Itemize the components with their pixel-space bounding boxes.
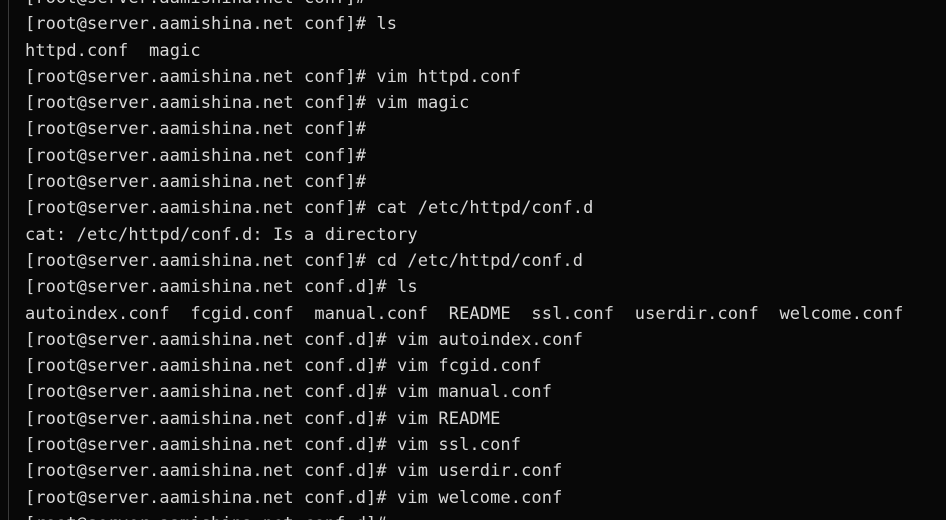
terminal-line: [root@server.aamishina.net conf.d]# vim …: [25, 408, 501, 429]
terminal-line: [root@server.aamishina.net conf]# cat /e…: [25, 198, 594, 219]
terminal-line: [root@server.aamishina.net conf.d]#: [25, 511, 903, 520]
terminal-line: [root@server.aamishina.net conf.d]# vim …: [25, 382, 553, 403]
terminal-line: [root@server.aamishina.net conf]# ls: [25, 14, 398, 35]
terminal-line: autoindex.conf fcgid.conf manual.conf RE…: [25, 303, 904, 324]
terminal-line: [root@server.aamishina.net conf.d]# vim …: [25, 487, 563, 508]
terminal-line: [root@server.aamishina.net conf.d]# vim …: [25, 356, 542, 377]
terminal-line: [root@server.aamishina.net conf.d]# vim …: [25, 435, 522, 456]
terminal-line: [root@server.aamishina.net conf.d]# vim …: [25, 329, 584, 350]
terminal-output: [root@server.aamishina.net conf]# [root@…: [25, 0, 903, 520]
terminal-line: [root@server.aamishina.net conf]#: [25, 119, 367, 140]
terminal-line: [root@server.aamishina.net conf]# vim ht…: [25, 66, 522, 87]
terminal-line: [root@server.aamishina.net conf.d]# vim …: [25, 461, 563, 482]
terminal-line: [root@server.aamishina.net conf]#: [25, 172, 367, 193]
terminal-left-border: [8, 0, 9, 520]
terminal-line: [root@server.aamishina.net conf]#: [25, 145, 367, 166]
terminal-line: cat: /etc/httpd/conf.d: Is a directory: [25, 224, 418, 245]
terminal-line: httpd.conf magic: [25, 40, 201, 61]
terminal-line: [root@server.aamishina.net conf.d]# ls: [25, 277, 418, 298]
terminal-line: [root@server.aamishina.net conf]#: [25, 0, 903, 11]
terminal-line: [root@server.aamishina.net conf]# cd /et…: [25, 250, 584, 271]
terminal-window[interactable]: [root@server.aamishina.net conf]# [root@…: [0, 0, 946, 520]
terminal-line: [root@server.aamishina.net conf]# vim ma…: [25, 93, 470, 114]
